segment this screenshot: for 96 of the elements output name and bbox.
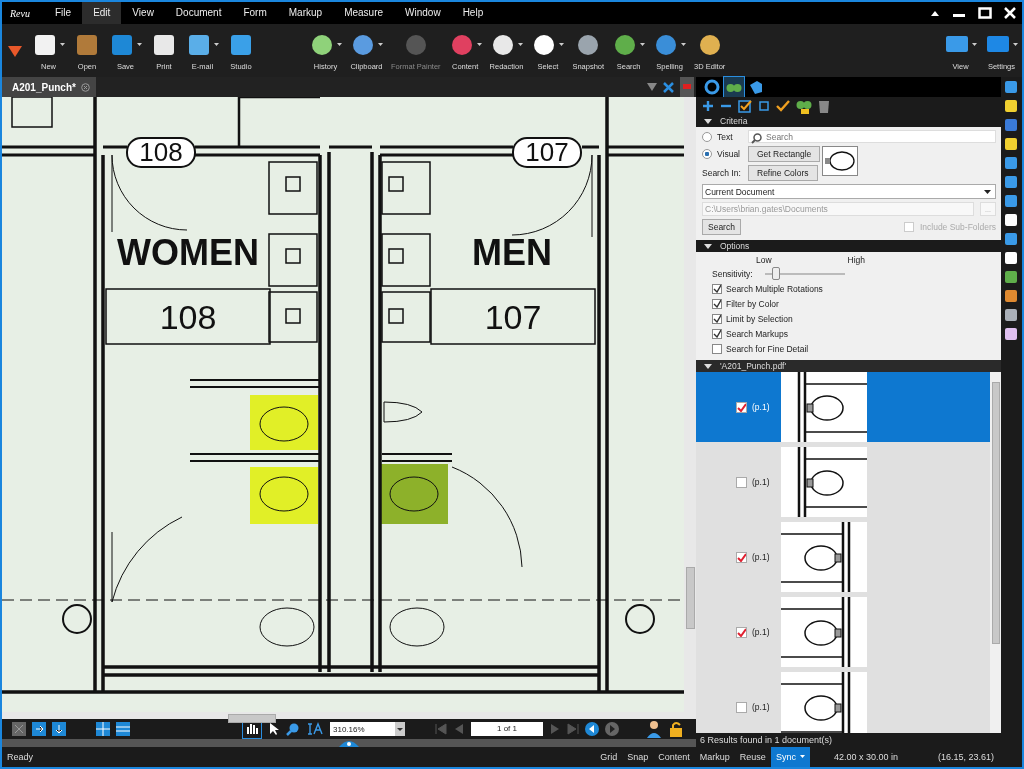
room-tag: 107	[512, 137, 582, 168]
checkbox[interactable]	[712, 313, 722, 324]
room-name: WOMEN	[117, 232, 259, 273]
scope-dropdown[interactable]: Current Document	[702, 184, 996, 199]
page-label: (p.1)	[752, 552, 771, 562]
caret-icon	[984, 189, 991, 194]
app-logo[interactable]: Revu	[2, 7, 44, 19]
menu-item[interactable]: File	[44, 2, 83, 24]
menu-item[interactable]: Form	[232, 2, 278, 24]
room-name: MEN	[472, 232, 552, 273]
radio-button[interactable]: Text	[702, 131, 742, 142]
panel-handle[interactable]	[339, 739, 359, 747]
room-tag: 108	[126, 137, 196, 168]
checkbox[interactable]	[736, 701, 747, 713]
checkbox[interactable]	[736, 626, 747, 638]
results-summary: 6 Results found in 1 document(s)	[696, 733, 1001, 747]
checkbox-label: Include Sub-Folders	[919, 222, 996, 232]
cursor-coordinates: (16.15, 23.61)	[937, 752, 995, 762]
text-select-icon[interactable]	[306, 722, 324, 736]
search-in-label: Search In:	[702, 168, 742, 178]
checkbox[interactable]	[736, 401, 747, 413]
menu-item[interactable]: Markup	[277, 2, 334, 24]
status-toggle[interactable]: Grid	[595, 747, 623, 767]
page-label: (p.1)	[752, 477, 771, 487]
status-toggle[interactable]: Content	[653, 747, 695, 767]
back-icon[interactable]	[585, 722, 599, 736]
checkbox-label: Filter by Color	[726, 298, 779, 309]
sensitivity-label: Sensitivity:	[712, 268, 754, 279]
checkbox[interactable]	[736, 551, 747, 563]
collapse-icon	[704, 363, 712, 369]
collapse-icon	[704, 243, 712, 249]
room-number-label: 108	[105, 288, 271, 345]
menu-item[interactable]: View	[121, 2, 165, 24]
scrollbar[interactable]	[684, 97, 696, 712]
uncheck-icon[interactable]	[758, 100, 770, 112]
page-size: 42.00 x 30.00 in	[832, 752, 899, 762]
dropdown-icon[interactable]	[395, 722, 405, 736]
check-icon	[737, 627, 746, 637]
split-icon[interactable]	[52, 722, 66, 736]
checkbox[interactable]	[712, 328, 722, 339]
checkbox[interactable]	[712, 298, 722, 309]
result-item[interactable]: (p.1)	[696, 447, 990, 517]
checkbox[interactable]	[712, 343, 722, 354]
maximize-icon[interactable]	[978, 7, 992, 19]
result-item[interactable]: (p.1)	[696, 522, 990, 592]
menu-item[interactable]: Document	[164, 2, 233, 24]
slider-thumb[interactable]	[772, 267, 781, 280]
toilet-sample-thumbnail	[822, 146, 859, 176]
menu-item[interactable]: Window	[394, 2, 452, 24]
menu-item[interactable]: Help	[451, 2, 495, 24]
forward-icon[interactable]	[605, 722, 619, 736]
checkbox[interactable]	[736, 476, 747, 488]
result-item[interactable]: (p.1)	[696, 372, 990, 442]
slider-max-label: High	[847, 255, 866, 265]
check-all-icon[interactable]	[738, 99, 752, 113]
checkbox-label: Limit by Selection	[726, 313, 793, 324]
refine-colors-button[interactable]: Refine Colors	[748, 165, 818, 181]
checkbox-label: Search Multiple Rotations	[726, 283, 823, 294]
search-field[interactable]: Search	[748, 130, 996, 143]
plus-icon[interactable]	[702, 100, 714, 112]
document-tab[interactable]: A201_Punch*	[2, 77, 96, 97]
split-icon[interactable]	[32, 722, 46, 736]
dropdown-icon[interactable]	[8, 44, 22, 57]
menu-item[interactable]: Measure	[333, 2, 395, 24]
collapse-icon	[704, 118, 712, 124]
status-text: Ready	[6, 752, 33, 762]
status-toggle[interactable]: Sync	[770, 747, 810, 767]
slider-min-label: Low	[756, 255, 772, 265]
status-toggle[interactable]: Markup	[694, 747, 735, 767]
trash-icon[interactable]	[818, 98, 830, 114]
user-icon[interactable]	[646, 720, 662, 738]
section-header[interactable]: Options	[696, 240, 1001, 252]
checkbox-label: Search for Fine Detail	[726, 343, 809, 354]
room-number-label: 107	[430, 288, 596, 345]
result-item[interactable]: (p.1)	[696, 597, 990, 667]
status-toggle[interactable]: Reuse	[734, 747, 771, 767]
page-label: (p.1)	[752, 702, 771, 712]
dropdown-icon[interactable]	[647, 83, 657, 91]
page-label: (p.1)	[752, 627, 771, 637]
checkbox[interactable]	[712, 283, 722, 294]
radio-button[interactable]: Visual	[702, 149, 742, 159]
zoom-icon[interactable]	[286, 722, 300, 736]
status-toggle[interactable]: Snap	[622, 747, 654, 767]
caret-icon	[799, 755, 805, 759]
get-rectangle-button[interactable]: Get Rectangle	[748, 146, 821, 162]
checkbox-label: Search Markups	[726, 328, 788, 339]
check-icon	[737, 552, 746, 562]
page-field[interactable]: 1 of 1	[471, 722, 543, 736]
scrollbar[interactable]	[990, 372, 1001, 733]
menu-item[interactable]: Edit	[82, 2, 122, 24]
zoom-field[interactable]: 310.16%	[330, 722, 405, 736]
check-icon	[737, 402, 746, 412]
file-group-header[interactable]: 'A201_Punch.pdf'	[696, 360, 1001, 372]
page-label: (p.1)	[752, 402, 771, 412]
section-header[interactable]: Criteria	[696, 115, 1001, 127]
search-button[interactable]: Search	[702, 219, 741, 235]
